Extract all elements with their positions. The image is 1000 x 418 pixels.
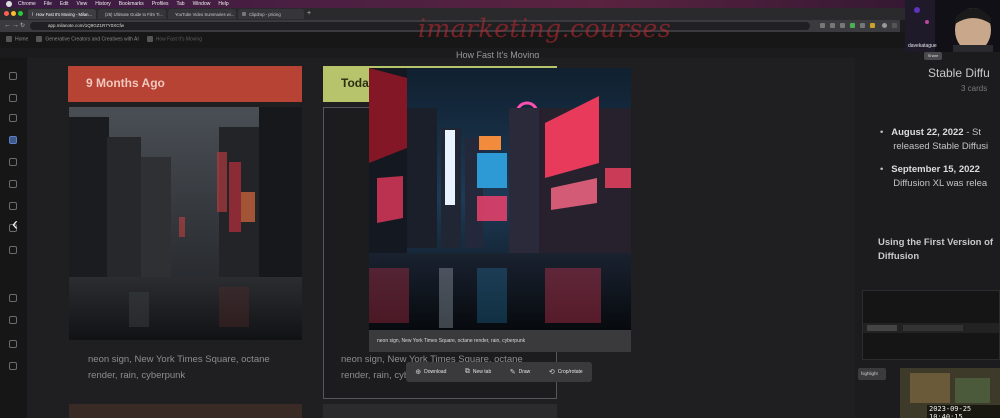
menu-history[interactable]: History <box>95 1 111 7</box>
milanote-favicon-icon <box>32 12 34 16</box>
recording-timestamp: 2023-09-25 10:40:15 <box>927 405 1000 418</box>
presenter-name: davekatague <box>908 43 937 49</box>
video-thumbnail[interactable] <box>862 290 1000 360</box>
timeline-bullet-1: • August 22, 2022 - St released Stable D… <box>880 127 989 152</box>
external-link-icon: ⧉ <box>464 368 470 375</box>
share-button[interactable]: Share <box>924 52 942 60</box>
draw-tool-icon[interactable] <box>9 340 17 348</box>
zoom-window-icon[interactable] <box>18 11 23 16</box>
image-caption-old: neon sign, New York Times Square, octane… <box>88 354 270 381</box>
watermark-text: imarketing.courses <box>418 14 672 43</box>
note-tool-icon[interactable] <box>9 72 17 80</box>
browser-tab-youtube-guide[interactable]: (26) Ultimate Guide to Film Ti... <box>98 9 166 19</box>
new-tab-label: New tab <box>472 369 492 375</box>
tool-sidebar <box>0 58 27 418</box>
forward-icon[interactable]: → <box>12 22 19 29</box>
download-button[interactable]: ⊕ Download <box>415 368 446 376</box>
draw-button[interactable]: ✎ Draw <box>510 368 531 376</box>
bullet-date: August 22, 2022 <box>891 127 964 138</box>
breadcrumb-board-current[interactable]: How Fast It's Moving <box>146 36 202 42</box>
extension-icon[interactable] <box>860 23 865 28</box>
download-icon: ⊕ <box>415 369 422 376</box>
macos-menubar: Chrome File Edit View History Bookmarks … <box>0 0 1000 8</box>
extension-icon[interactable] <box>830 23 835 28</box>
trash-icon[interactable] <box>9 362 17 370</box>
menu-icon[interactable] <box>892 23 897 28</box>
extension-icon[interactable] <box>870 23 875 28</box>
bullet-date: September 15, 2022 <box>891 164 980 175</box>
extension-icon[interactable] <box>840 23 845 28</box>
new-tab-button[interactable]: + <box>307 10 311 17</box>
crop-icon: ⟲ <box>548 369 555 376</box>
tab-label: (26) Ultimate Guide to Film Ti... <box>105 11 163 17</box>
todo-tool-icon[interactable] <box>9 114 17 122</box>
screen: Chrome File Edit View History Bookmarks … <box>0 0 1000 418</box>
video-thumbnail-image <box>863 291 999 359</box>
board-tool-icon[interactable] <box>9 136 17 144</box>
board-icon <box>146 36 153 42</box>
new-tab-image-button[interactable]: ⧉ New tab <box>465 368 491 376</box>
menu-profiles[interactable]: Profiles <box>152 1 169 7</box>
tab-label: How Fast It's Moving - Milan... <box>36 11 92 17</box>
menu-window[interactable]: Window <box>193 1 211 7</box>
menu-file[interactable]: File <box>44 1 52 7</box>
back-icon[interactable]: ← <box>4 22 11 29</box>
browser-tab-milanote[interactable]: How Fast It's Moving - Milan... <box>28 9 96 19</box>
bullet-text: - St <box>963 127 982 138</box>
column-tool-icon[interactable] <box>9 158 17 166</box>
image-card-next[interactable] <box>69 404 302 418</box>
tab-label: YouTube Video Summaries wi... <box>175 11 235 17</box>
close-window-icon[interactable] <box>4 11 9 16</box>
tab-label: Clipdrop - pricing <box>249 11 281 17</box>
generated-image-old <box>69 107 302 340</box>
menu-tab[interactable]: Tab <box>177 1 185 7</box>
comment-tool-icon[interactable] <box>9 180 17 188</box>
clipdrop-favicon-icon <box>242 12 246 16</box>
browser-tab-clipdrop[interactable]: Clipdrop - pricing <box>238 9 304 19</box>
previous-arrow-icon[interactable]: ‹ <box>12 214 18 235</box>
breadcrumb-home[interactable]: Home <box>6 36 28 42</box>
image-card-9-months-ago[interactable] <box>69 107 302 340</box>
table-tool-icon[interactable] <box>9 202 17 210</box>
card-count: 3 cards <box>961 84 988 93</box>
bullet-text: released Stable Diffusi <box>893 141 989 152</box>
image-toolbar: ⊕ Download ⧉ New tab ✎ Draw ⟲ Crop/rotat… <box>406 362 592 382</box>
browser-tab-youtube-summaries[interactable]: YouTube Video Summaries wi... <box>168 9 236 19</box>
menu-help[interactable]: Help <box>218 1 228 7</box>
draw-label: Draw <box>518 369 531 375</box>
image-card-next[interactable] <box>323 404 557 418</box>
column-header-9-months-ago[interactable]: 9 Months Ago <box>68 66 302 102</box>
timeline-bullet-2: • September 15, 2022 Diffusion XL was re… <box>880 164 988 189</box>
crop-rotate-label: Crop/rotate <box>557 369 583 375</box>
crop-rotate-button[interactable]: ⟲ Crop/rotate <box>549 368 583 376</box>
upload-tool-icon[interactable] <box>9 316 17 324</box>
highlight-tag[interactable]: highlight <box>858 368 886 380</box>
expanded-image-today[interactable] <box>369 68 631 330</box>
pencil-icon: ✎ <box>509 369 516 376</box>
menu-chrome[interactable]: Chrome <box>18 1 36 7</box>
extension-icon[interactable] <box>820 23 825 28</box>
menu-view[interactable]: View <box>76 1 87 7</box>
menu-edit[interactable]: Edit <box>60 1 69 7</box>
board-icon <box>36 36 43 42</box>
section-heading: Using the First Version of Diffusion <box>878 237 994 262</box>
download-label: Download <box>424 369 447 375</box>
apple-icon[interactable] <box>6 1 12 7</box>
bullet-text: Diffusion XL was relea <box>893 178 988 189</box>
expanded-image-caption: neon sign, New York Times Square, octane… <box>369 330 631 352</box>
column-title-stable-diffusion[interactable]: Stable Diffu <box>928 66 990 80</box>
menu-bookmarks[interactable]: Bookmarks <box>119 1 144 7</box>
reload-icon[interactable]: ↻ <box>20 22 25 29</box>
breadcrumb: Home Generative Creators and Creatives w… <box>6 36 202 42</box>
profile-avatar[interactable] <box>882 23 887 28</box>
extension-icon[interactable] <box>850 23 855 28</box>
home-icon <box>6 36 12 42</box>
minimize-window-icon[interactable] <box>11 11 16 16</box>
more-tools-icon[interactable] <box>9 246 17 254</box>
breadcrumb-board-parent[interactable]: Generative Creators and Creatives with A… <box>36 36 139 42</box>
generated-image-new <box>369 68 631 330</box>
image-tool-icon[interactable] <box>9 294 17 302</box>
link-tool-icon[interactable] <box>9 94 17 102</box>
